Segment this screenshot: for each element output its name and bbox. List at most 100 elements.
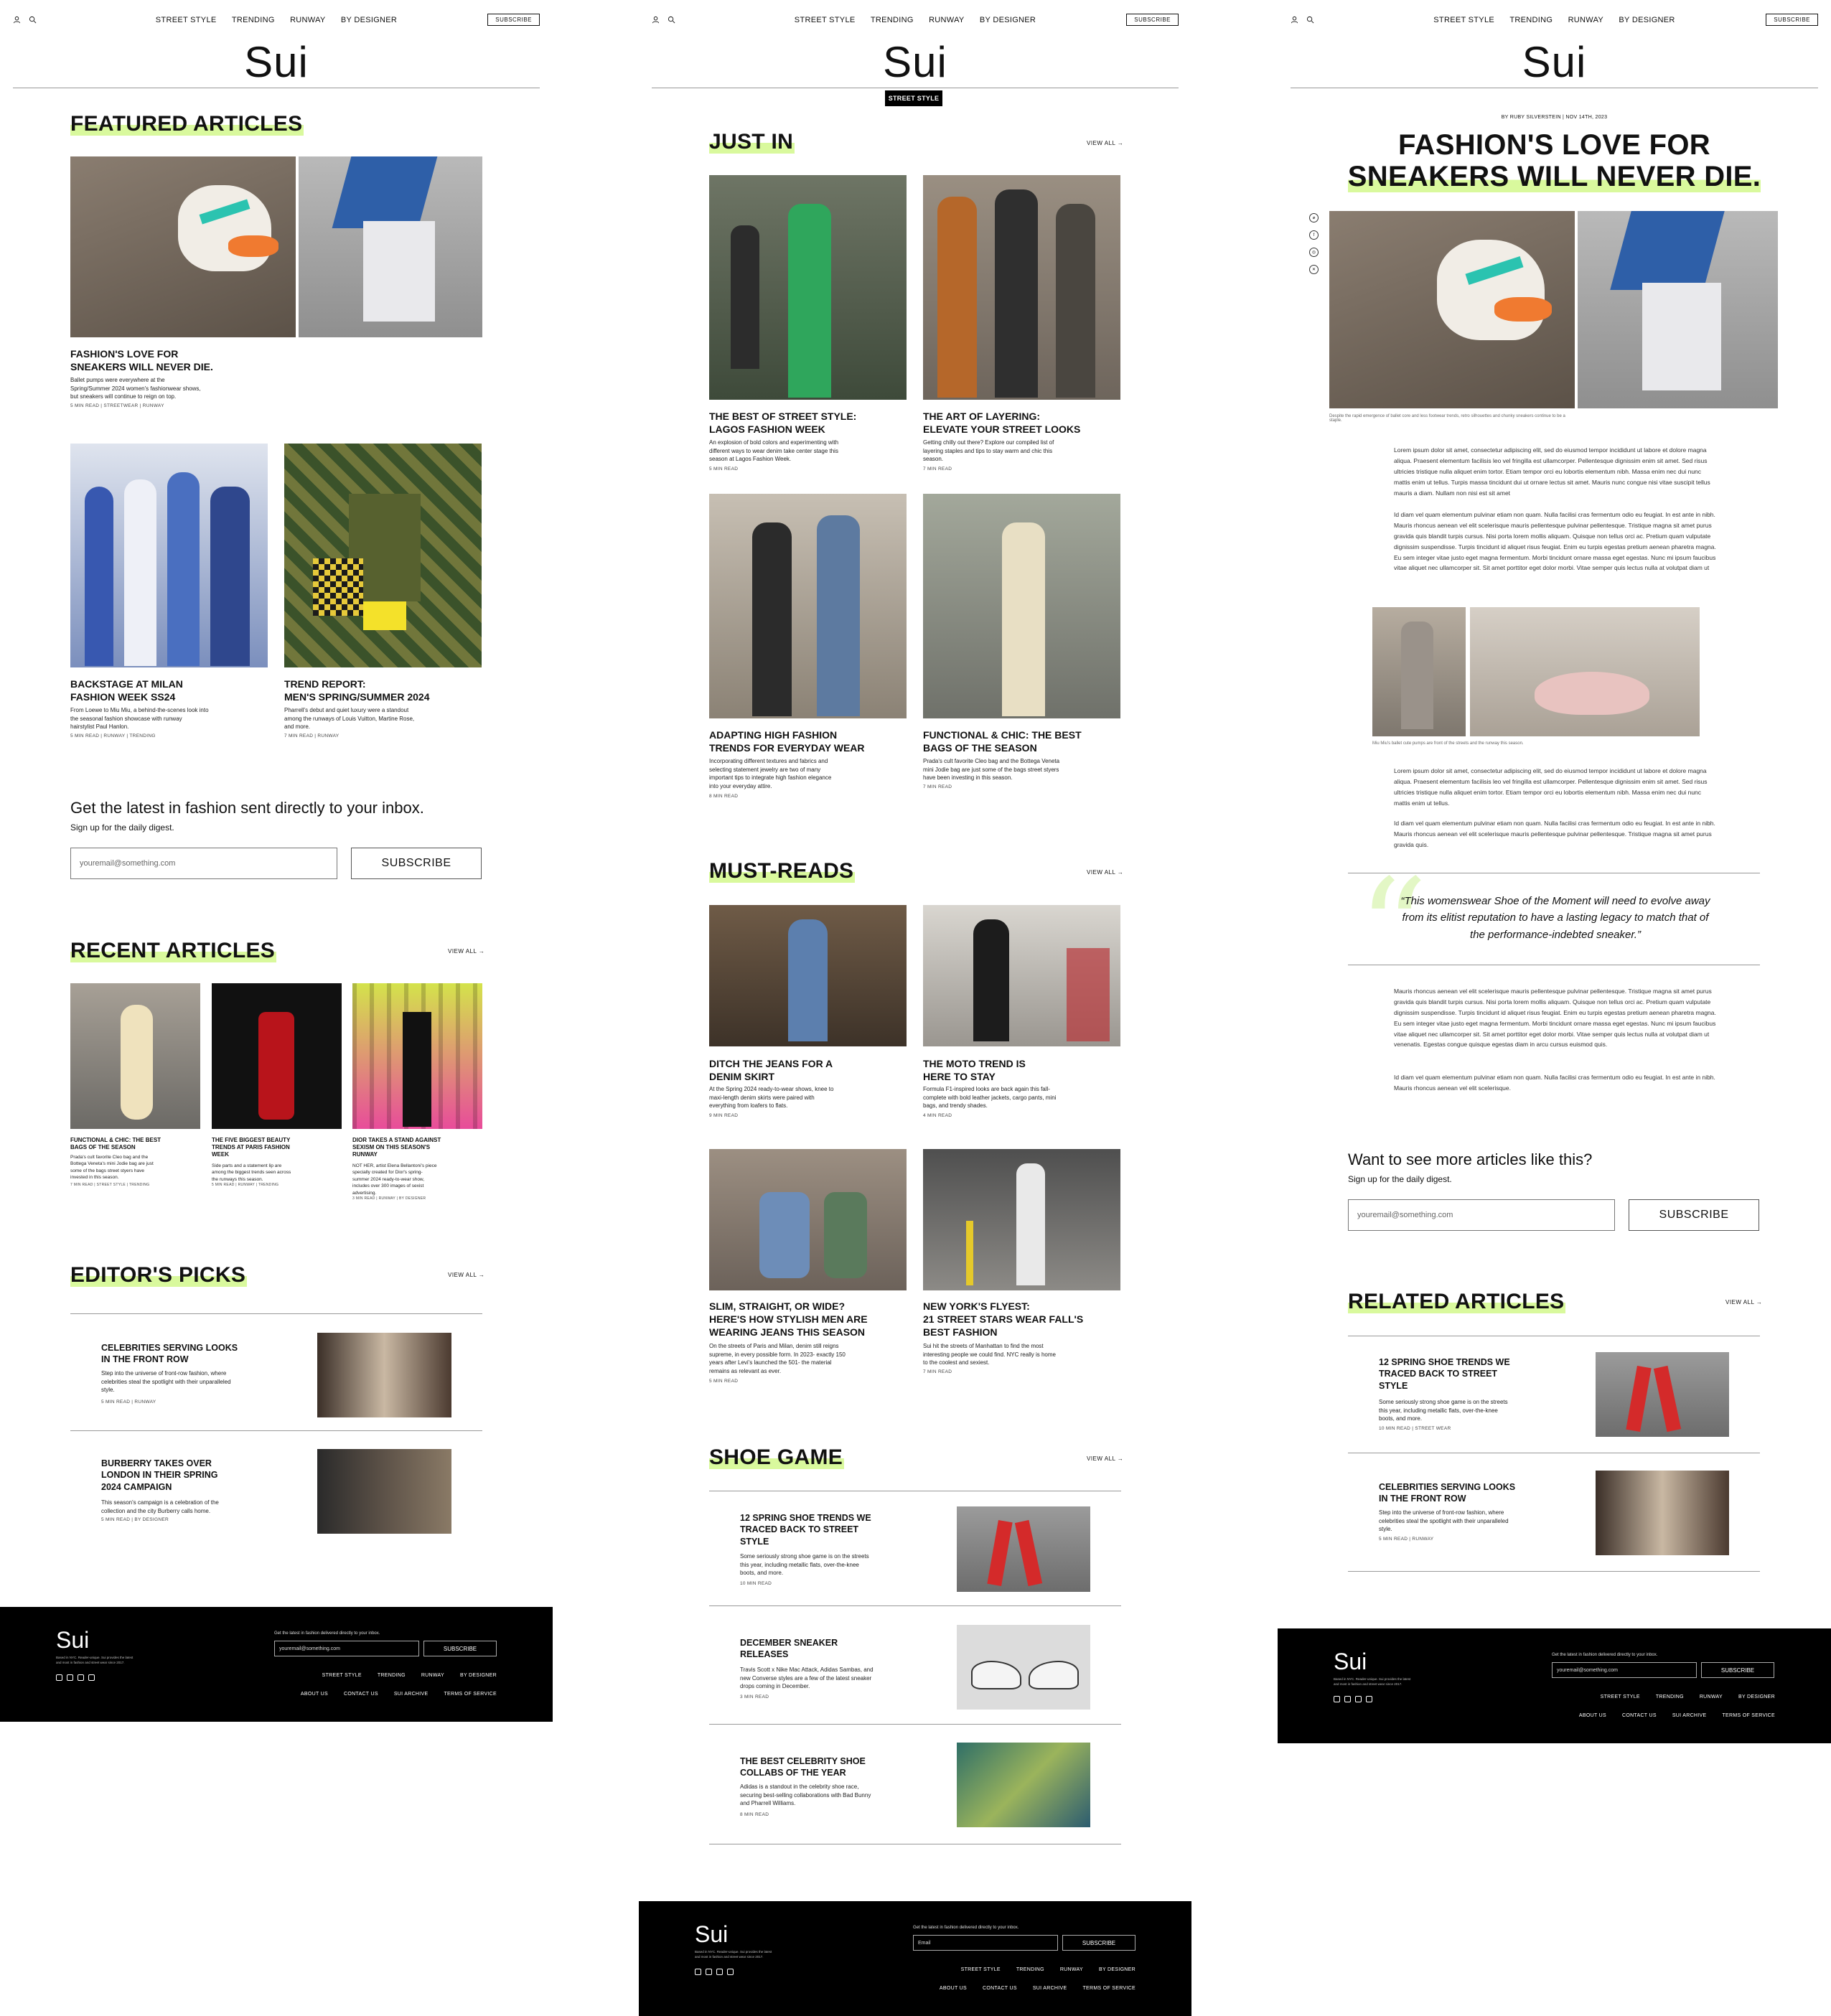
shoe-3-title[interactable]: THE BEST CELEBRITY SHOE COLLABS OF THE Y…: [740, 1755, 866, 1779]
tiktok-icon[interactable]: [716, 1969, 723, 1975]
x-icon[interactable]: [727, 1969, 734, 1975]
celebrity-collabs-photo[interactable]: [957, 1743, 1090, 1827]
footer-email-input[interactable]: Email: [913, 1935, 1058, 1951]
shoe-view-all[interactable]: VIEW ALL →: [1087, 1455, 1123, 1462]
footer-link-terms[interactable]: TERMS OF SERVICE: [1082, 1986, 1135, 1991]
lagos-photo[interactable]: [709, 175, 907, 400]
recent-bags-photo[interactable]: [70, 983, 200, 1129]
subscribe-button[interactable]: SUBSCRIBE: [1766, 14, 1818, 26]
footer-link-runway[interactable]: RUNWAY: [1700, 1694, 1723, 1699]
nav-trending[interactable]: TRENDING: [232, 16, 275, 24]
related-2-title[interactable]: CELEBRITIES SERVING LOOKS IN THE FRONT R…: [1379, 1481, 1515, 1505]
justin-2-title[interactable]: THE ART OF LAYERING: ELEVATE YOUR STREET…: [923, 410, 1080, 436]
nav-street-style[interactable]: STREET STYLE: [795, 16, 856, 24]
subscribe-button[interactable]: SUBSCRIBE: [1126, 14, 1179, 26]
layering-photo[interactable]: [923, 175, 1120, 400]
footer-link-street-style[interactable]: STREET STYLE: [961, 1967, 1001, 1972]
footer-link-trending[interactable]: TRENDING: [1656, 1694, 1684, 1699]
editors-1-title[interactable]: CELEBRITIES SERVING LOOKS IN THE FRONT R…: [101, 1342, 238, 1366]
footer-link-runway[interactable]: RUNWAY: [421, 1673, 444, 1678]
mustreads-view-all[interactable]: VIEW ALL →: [1087, 869, 1123, 876]
footer-link-by-designer[interactable]: BY DESIGNER: [1738, 1694, 1775, 1699]
editors-2-title[interactable]: BURBERRY TAKES OVER LONDON IN THEIR SPRI…: [101, 1458, 218, 1493]
related-view-all[interactable]: VIEW ALL →: [1725, 1299, 1762, 1305]
footer-link-by-designer[interactable]: BY DESIGNER: [460, 1673, 497, 1678]
footer-link-archive[interactable]: SUI ARCHIVE: [1672, 1713, 1707, 1718]
mustreads-2-title[interactable]: THE MOTO TREND IS HERE TO STAY: [923, 1057, 1026, 1083]
nav-street-style[interactable]: STREET STYLE: [1433, 16, 1494, 24]
recent-beauty-photo[interactable]: [212, 983, 342, 1129]
jeans-men-photo[interactable]: [709, 1149, 907, 1290]
x-share-icon[interactable]: ✕: [1309, 265, 1319, 274]
footer-email-input[interactable]: youremail@something.com: [1552, 1662, 1697, 1678]
site-logo[interactable]: Sui: [639, 37, 1191, 87]
footer-link-trending[interactable]: TRENDING: [378, 1673, 406, 1678]
footer-link-street-style[interactable]: STREET STYLE: [322, 1673, 362, 1678]
footer-link-about[interactable]: ABOUT US: [940, 1986, 967, 1991]
shoe-trends-photo[interactable]: [957, 1506, 1090, 1592]
recent-view-all[interactable]: VIEW ALL →: [448, 948, 484, 955]
featured-title[interactable]: FASHION'S LOVE FOR SNEAKERS WILL NEVER D…: [70, 347, 213, 373]
shoe-2-title[interactable]: DECEMBER SNEAKER RELEASES: [740, 1637, 838, 1661]
instagram-icon[interactable]: [1334, 1696, 1340, 1702]
subscribe-button[interactable]: SUBSCRIBE: [487, 14, 540, 26]
instagram-share-icon[interactable]: ◎: [1309, 248, 1319, 257]
tiktok-icon[interactable]: [78, 1674, 84, 1681]
recent-3-title[interactable]: DIOR TAKES A STAND AGAINST SEXISM ON THI…: [352, 1137, 441, 1158]
category-tag[interactable]: STREET STYLE: [885, 90, 942, 106]
footer-subscribe-button[interactable]: SUBSCRIBE: [423, 1641, 497, 1656]
footer-subscribe-button[interactable]: SUBSCRIBE: [1701, 1662, 1774, 1678]
nav-trending[interactable]: TRENDING: [1509, 16, 1553, 24]
milan-title[interactable]: BACKSTAGE AT MILAN FASHION WEEK SS24: [70, 678, 183, 703]
sneaker-photo-left[interactable]: [70, 156, 296, 337]
mustreads-4-title[interactable]: NEW YORK'S FLYEST: 21 STREET STARS WEAR …: [923, 1300, 1083, 1339]
footer-link-archive[interactable]: SUI ARCHIVE: [1033, 1986, 1067, 1991]
nav-by-designer[interactable]: BY DESIGNER: [980, 16, 1036, 24]
editors-view-all[interactable]: VIEW ALL →: [448, 1272, 484, 1278]
denim-skirt-photo[interactable]: [709, 905, 907, 1046]
facebook-share-icon[interactable]: f: [1309, 230, 1319, 240]
nav-by-designer[interactable]: BY DESIGNER: [341, 16, 397, 24]
moto-photo[interactable]: [923, 905, 1120, 1046]
footer-link-about[interactable]: ABOUT US: [1579, 1713, 1606, 1718]
nyc-flyest-photo[interactable]: [923, 1149, 1120, 1290]
footer-link-by-designer[interactable]: BY DESIGNER: [1099, 1967, 1135, 1972]
footer-link-contact[interactable]: CONTACT US: [344, 1692, 378, 1697]
mustreads-3-title[interactable]: SLIM, STRAIGHT, OR WIDE? HERE'S HOW STYL…: [709, 1300, 868, 1339]
recent-1-title[interactable]: FUNCTIONAL & CHIC: THE BEST BAGS OF THE …: [70, 1137, 161, 1151]
shoe-1-title[interactable]: 12 SPRING SHOE TRENDS WE TRACED BACK TO …: [740, 1512, 871, 1547]
footer-link-trending[interactable]: TRENDING: [1016, 1967, 1044, 1972]
footer-link-terms[interactable]: TERMS OF SERVICE: [444, 1692, 497, 1697]
footer-link-street-style[interactable]: STREET STYLE: [1601, 1694, 1640, 1699]
sneaker-photo-right[interactable]: [299, 156, 482, 337]
article-email-input[interactable]: youremail@something.com: [1348, 1199, 1615, 1231]
bags-photo[interactable]: [923, 494, 1120, 718]
newsletter-subscribe-button[interactable]: SUBSCRIBE: [351, 848, 482, 879]
recent-dior-photo[interactable]: [352, 983, 482, 1129]
recent-2-title[interactable]: THE FIVE BIGGEST BEAUTY TRENDS AT PARIS …: [212, 1137, 290, 1158]
facebook-icon[interactable]: [67, 1674, 73, 1681]
link-share-icon[interactable]: ⌀: [1309, 213, 1319, 222]
nav-runway[interactable]: RUNWAY: [1568, 16, 1603, 24]
footer-logo[interactable]: Sui: [695, 1921, 728, 1948]
related-front-row-photo[interactable]: [1596, 1471, 1729, 1555]
justin-1-title[interactable]: THE BEST OF STREET STYLE: LAGOS FASHION …: [709, 410, 856, 436]
justin-view-all[interactable]: VIEW ALL →: [1087, 140, 1123, 146]
facebook-icon[interactable]: [706, 1969, 712, 1975]
site-logo[interactable]: Sui: [1278, 37, 1831, 87]
footer-email-input[interactable]: youremail@something.com: [274, 1641, 419, 1656]
instagram-icon[interactable]: [695, 1969, 701, 1975]
mens-title[interactable]: TREND REPORT: MEN'S SPRING/SUMMER 2024: [284, 678, 430, 703]
facebook-icon[interactable]: [1344, 1696, 1351, 1702]
footer-link-runway[interactable]: RUNWAY: [1060, 1967, 1083, 1972]
justin-4-title[interactable]: FUNCTIONAL & CHIC: THE BEST BAGS OF THE …: [923, 728, 1082, 754]
justin-3-title[interactable]: ADAPTING HIGH FASHION TRENDS FOR EVERYDA…: [709, 728, 865, 754]
editors-burberry-photo[interactable]: [317, 1449, 451, 1534]
site-logo[interactable]: Sui: [0, 37, 553, 87]
nav-runway[interactable]: RUNWAY: [290, 16, 325, 24]
footer-logo[interactable]: Sui: [56, 1627, 89, 1654]
x-icon[interactable]: [88, 1674, 95, 1681]
footer-link-contact[interactable]: CONTACT US: [1622, 1713, 1657, 1718]
nav-by-designer[interactable]: BY DESIGNER: [1619, 16, 1675, 24]
mens-ss24-photo[interactable]: [284, 444, 482, 667]
